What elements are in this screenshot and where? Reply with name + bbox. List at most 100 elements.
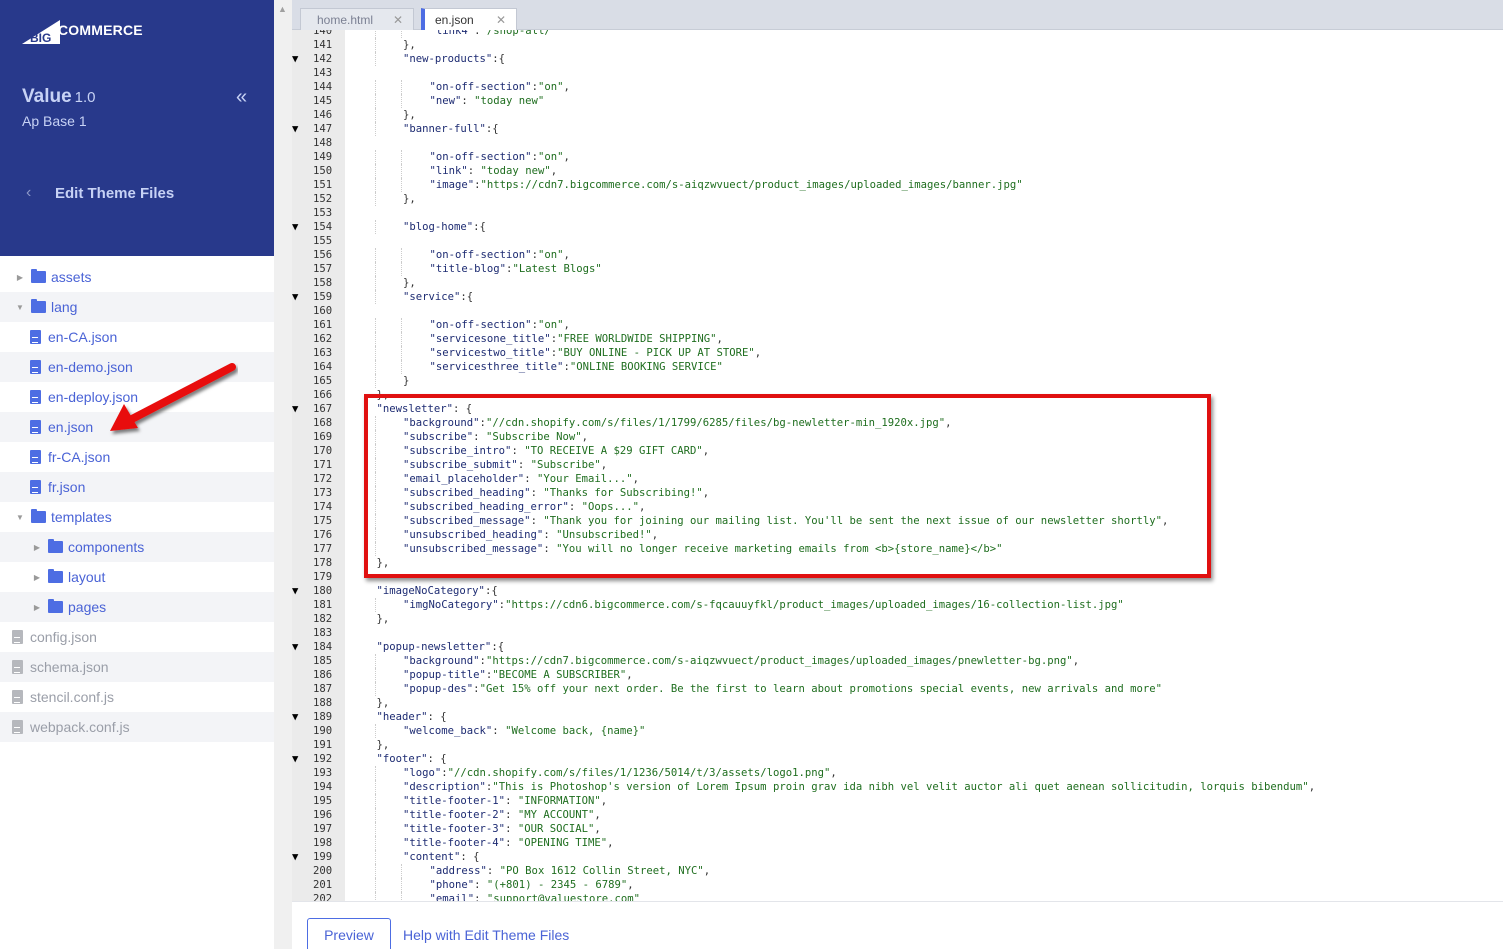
code-line[interactable]: 190 "welcome_back": "Welcome back, {name}… xyxy=(292,724,1503,738)
close-tab-icon[interactable]: ✕ xyxy=(496,13,506,27)
tree-item-pages[interactable]: ▶ pages xyxy=(0,592,274,622)
code-line[interactable]: 147 ▼ "banner-full":{ xyxy=(292,122,1503,136)
tree-item-schema-json[interactable]: schema.json xyxy=(0,652,274,682)
preview-button[interactable]: Preview xyxy=(307,918,391,949)
tree-item-components[interactable]: ▶ components xyxy=(0,532,274,562)
code-line[interactable]: 155 xyxy=(292,234,1503,248)
back-to-edit-theme-files[interactable]: ‹ Edit Theme Files xyxy=(26,184,174,202)
tree-item-layout[interactable]: ▶ layout xyxy=(0,562,274,592)
line-number: 182 xyxy=(313,613,333,625)
code-line[interactable]: 181 "imgNoCategory":"https://cdn6.bigcomm… xyxy=(292,598,1503,612)
indent-guide xyxy=(374,472,376,486)
code-line[interactable]: 171 "subscribe_submit": "Subscribe", xyxy=(292,458,1503,472)
code-line[interactable]: 193 "logo":"//cdn.shopify.com/s/files/1/1… xyxy=(292,766,1503,780)
code-line[interactable]: 184 ▼ "popup-newsletter":{ xyxy=(292,640,1503,654)
code-line[interactable]: 192 ▼ "footer": { xyxy=(292,752,1503,766)
code-line[interactable]: 173 "subscribed_heading": "Thanks for Sub… xyxy=(292,486,1503,500)
code-line[interactable]: 197 "title-footer-3": "OUR SOCIAL", xyxy=(292,822,1503,836)
file-icon xyxy=(30,450,41,464)
bigcommerce-logo[interactable]: BIG COMMERCE xyxy=(22,14,143,44)
tree-item-en-ca-json[interactable]: en-CA.json xyxy=(0,322,274,352)
code-line[interactable]: 175 "subscribed_message": "Thank you for … xyxy=(292,514,1503,528)
code-line[interactable]: 189 ▼ "header": { xyxy=(292,710,1503,724)
code-line[interactable]: 168 "background":"//cdn.shopify.com/s/fil… xyxy=(292,416,1503,430)
code-line[interactable]: 198 "title-footer-4": "OPENING TIME", xyxy=(292,836,1503,850)
indent-guide xyxy=(401,262,402,276)
tree-item-config-json[interactable]: config.json xyxy=(0,622,274,652)
code-line[interactable]: 148 xyxy=(292,136,1503,150)
tab-en-json[interactable]: en.json ✕ xyxy=(421,8,517,30)
code-line[interactable]: 142 ▼ "new-products":{ xyxy=(292,52,1503,66)
tree-item-fr-ca-json[interactable]: fr-CA.json xyxy=(0,442,274,472)
code-line[interactable]: 177 "unsubscribed_message": "You will no … xyxy=(292,542,1503,556)
collapse-sidebar-button[interactable]: « xyxy=(236,86,247,109)
code-line[interactable]: 164 "servicesthree_title":"ONLINE BOOKING… xyxy=(292,360,1503,374)
code-line[interactable]: 194 "description":"This is Photoshop's ve… xyxy=(292,780,1503,794)
code-line[interactable]: 153 xyxy=(292,206,1503,220)
code-line[interactable]: 152}, xyxy=(292,192,1503,206)
code-line[interactable]: 182}, xyxy=(292,612,1503,626)
caret-right-icon[interactable]: ▶ xyxy=(14,273,26,282)
code-line[interactable]: 149 "on-off-section":"on", xyxy=(292,150,1503,164)
tree-item-stencil-conf-js[interactable]: stencil.conf.js xyxy=(0,682,274,712)
code-line[interactable]: 165} xyxy=(292,374,1503,388)
help-link[interactable]: Help with Edit Theme Files xyxy=(403,927,569,943)
code-editor[interactable]: 140 "link4":"/shop-all/" 141}, 142 ▼ "new-pro… xyxy=(292,30,1503,901)
code-line[interactable]: 163 "servicestwo_title":"BUY ONLINE - PIC… xyxy=(292,346,1503,360)
code-line[interactable]: 159 ▼ "service":{ xyxy=(292,290,1503,304)
scroll-up-icon[interactable]: ▲ xyxy=(278,4,287,14)
code-line[interactable]: 141}, xyxy=(292,38,1503,52)
code-line[interactable]: 151 "image":"https://cdn7.bigcommerce.com… xyxy=(292,178,1503,192)
code-line[interactable]: 195 "title-footer-1": "INFORMATION", xyxy=(292,794,1503,808)
code-line[interactable]: 180 ▼ "imageNoCategory":{ xyxy=(292,584,1503,598)
caret-down-icon[interactable]: ▼ xyxy=(14,303,26,312)
tree-item-fr-json[interactable]: fr.json xyxy=(0,472,274,502)
code-line[interactable]: 200 "address": "PO Box 1612 Collin Street… xyxy=(292,864,1503,878)
tab-home-html[interactable]: home.html ✕ xyxy=(300,8,414,30)
code-line[interactable]: 191}, xyxy=(292,738,1503,752)
code-line[interactable]: 167 ▼ "newsletter": { xyxy=(292,402,1503,416)
code-line[interactable]: 150 "link": "today new", xyxy=(292,164,1503,178)
code-line[interactable]: 160 xyxy=(292,304,1503,318)
caret-down-icon[interactable]: ▼ xyxy=(14,513,26,522)
code-line[interactable]: 162 "servicesone_title":"FREE WORLDWIDE S… xyxy=(292,332,1503,346)
code-line[interactable]: 145 "new": "today new" xyxy=(292,94,1503,108)
code-line[interactable]: 143 xyxy=(292,66,1503,80)
code-line[interactable]: 196 "title-footer-2": "MY ACCOUNT", xyxy=(292,808,1503,822)
code-line[interactable]: 157 "title-blog":"Latest Blogs" xyxy=(292,262,1503,276)
code-line[interactable]: 185 "background":"https://cdn7.bigcommerc… xyxy=(292,654,1503,668)
panel-scrollbar[interactable]: ▲ xyxy=(274,0,292,949)
code-line[interactable]: 176 "unsubscribed_heading": "Unsubscribed… xyxy=(292,528,1503,542)
code-line[interactable]: 166}, xyxy=(292,388,1503,402)
close-tab-icon[interactable]: ✕ xyxy=(393,13,403,27)
code-line[interactable]: 156 "on-off-section":"on", xyxy=(292,248,1503,262)
tree-item-label: templates xyxy=(51,509,112,525)
code-line[interactable]: 146}, xyxy=(292,108,1503,122)
code-line[interactable]: 183 xyxy=(292,626,1503,640)
code-line[interactable]: 201 "phone": "(+801) - 2345 - 6789", xyxy=(292,878,1503,892)
code-line[interactable]: 179 xyxy=(292,570,1503,584)
code-line[interactable]: 158}, xyxy=(292,276,1503,290)
code-line[interactable]: 144 "on-off-section":"on", xyxy=(292,80,1503,94)
caret-right-icon[interactable]: ▶ xyxy=(31,603,43,612)
code-line[interactable]: 188}, xyxy=(292,696,1503,710)
code-line[interactable]: 161 "on-off-section":"on", xyxy=(292,318,1503,332)
tree-item-lang[interactable]: ▼ lang xyxy=(0,292,274,322)
code-line[interactable]: 140 "link4":"/shop-all/" xyxy=(292,30,1503,38)
code-line[interactable]: 178}, xyxy=(292,556,1503,570)
code-line[interactable]: 172 "email_placeholder": "Your Email...", xyxy=(292,472,1503,486)
tree-item-assets[interactable]: ▶ assets xyxy=(0,262,274,292)
indent-guide xyxy=(374,542,376,556)
caret-right-icon[interactable]: ▶ xyxy=(31,543,43,552)
tree-item-webpack-conf-js[interactable]: webpack.conf.js xyxy=(0,712,274,742)
code-line[interactable]: 154 ▼ "blog-home":{ xyxy=(292,220,1503,234)
code-line[interactable]: 199 ▼ "content": { xyxy=(292,850,1503,864)
code-line[interactable]: 187 "popup-des":"Get 15% off your next or… xyxy=(292,682,1503,696)
code-line[interactable]: 169 "subscribe": "Subscribe Now", xyxy=(292,430,1503,444)
code-line[interactable]: 170 "subscribe_intro": "TO RECEIVE A $29 … xyxy=(292,444,1503,458)
code-line[interactable]: 174 "subscribed_heading_error": "Oops..."… xyxy=(292,500,1503,514)
code-line[interactable]: 202 "email": "support@valuestore.com" xyxy=(292,892,1503,901)
caret-right-icon[interactable]: ▶ xyxy=(31,573,43,582)
code-line[interactable]: 186 "popup-title":"BECOME A SUBSCRIBER", xyxy=(292,668,1503,682)
tree-item-templates[interactable]: ▼ templates xyxy=(0,502,274,532)
